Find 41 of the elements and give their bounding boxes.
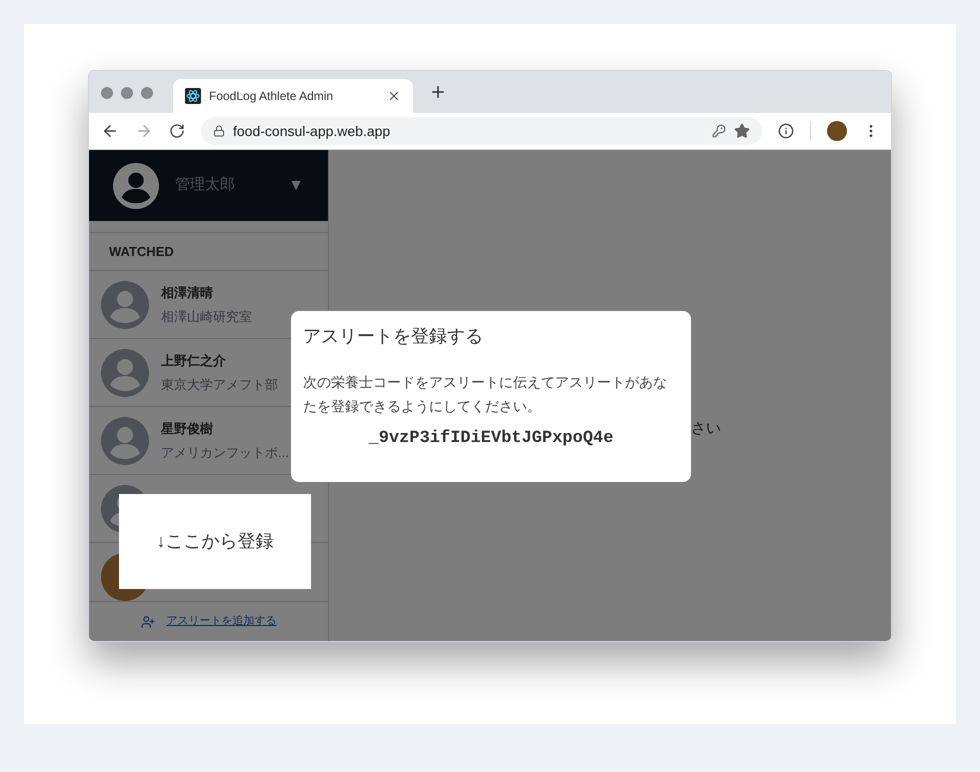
browser-tab[interactable]: FoodLog Athlete Admin: [173, 79, 413, 113]
address-bar[interactable]: food-consul-app.web.app: [201, 117, 762, 145]
add-athlete-link[interactable]: アスリートを追加する: [166, 613, 276, 630]
avatar-icon: [113, 162, 159, 208]
avatar-icon: [101, 280, 149, 328]
main-text: さい: [691, 419, 721, 439]
reload-icon[interactable]: [169, 123, 185, 139]
athlete-team: アメリカンフットボ...: [161, 444, 289, 462]
new-tab-icon[interactable]: [429, 83, 447, 101]
callout-text: ↓ここから登録: [156, 530, 274, 553]
key-icon[interactable]: [712, 124, 726, 138]
athlete-name: 相澤清晴: [161, 284, 214, 302]
profile-avatar[interactable]: [827, 121, 847, 141]
user-header[interactable]: 管理太郎 ▼: [89, 150, 328, 221]
athlete-team: 相澤山崎研究室: [161, 308, 252, 326]
athlete-item[interactable]: 上野仁之介 東京大学アメフト部: [101, 348, 278, 396]
star-icon[interactable]: [734, 123, 750, 139]
window-control-icon[interactable]: [101, 87, 113, 99]
athlete-item[interactable]: 相澤清晴 相澤山崎研究室: [101, 280, 252, 328]
back-icon[interactable]: [101, 122, 119, 140]
dropdown-caret[interactable]: ▼: [288, 174, 304, 198]
add-user-icon: [140, 614, 154, 628]
avatar-icon: [101, 416, 149, 464]
athlete-item[interactable]: 星野俊樹 アメリカンフットボ...: [101, 416, 289, 464]
athlete-name: 星野俊樹: [161, 420, 214, 438]
window-control-icon[interactable]: [141, 87, 153, 99]
tab-title: FoodLog Athlete Admin: [209, 88, 334, 105]
section-label: WATCHED: [109, 242, 174, 261]
lock-icon: [213, 125, 225, 137]
avatar-icon: [101, 348, 149, 396]
dialog-title: アスリートを登録する: [303, 325, 484, 348]
dialog-message: 次の栄養士コードをアスリートに伝えてアスリートがあなたを登録できるようにしてください。: [303, 373, 668, 416]
close-icon[interactable]: [387, 89, 401, 103]
dietitian-code: _9vzP3ifIDiEVbtJGPxpoQ4e: [368, 428, 614, 450]
athlete-name: 上野仁之介: [161, 352, 227, 370]
atom-icon: [185, 88, 201, 104]
info-icon[interactable]: [778, 123, 794, 139]
window-control-icon[interactable]: [121, 87, 133, 99]
athlete-team: 東京大学アメフト部: [161, 376, 278, 394]
user-name: 管理太郎: [175, 175, 236, 196]
url-text: food-consul-app.web.app: [233, 122, 392, 141]
